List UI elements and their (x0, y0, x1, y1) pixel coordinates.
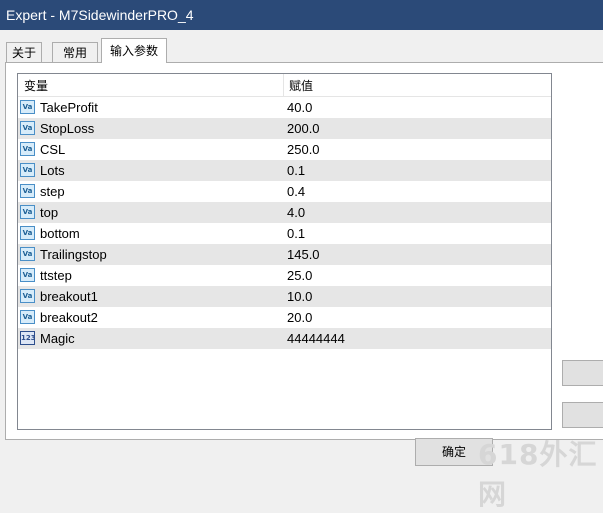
parameter-name: breakout1 (40, 289, 98, 304)
parameter-name: ttstep (40, 268, 72, 283)
watermark-logo: 618外汇网 (478, 438, 598, 511)
parameter-name: breakout2 (40, 310, 98, 325)
variable-type-icon: Va (20, 163, 35, 177)
tab-inputs[interactable]: 输入参数 (101, 38, 167, 63)
integer-type-icon: 123 (20, 331, 36, 345)
parameter-value[interactable]: 4.0 (287, 202, 305, 223)
parameter-value[interactable]: 0.1 (287, 160, 305, 181)
table-row[interactable]: Va CSL 250.0 (18, 139, 551, 160)
parameter-name: bottom (40, 226, 80, 241)
parameter-value[interactable]: 0.1 (287, 223, 305, 244)
parameter-name: Lots (40, 163, 65, 178)
table-row[interactable]: Va step 0.4 (18, 181, 551, 202)
parameter-value[interactable]: 20.0 (287, 307, 312, 328)
parameter-name: top (40, 205, 59, 220)
table-row[interactable]: Va breakout2 20.0 (18, 307, 551, 328)
parameter-value[interactable]: 145.0 (287, 244, 320, 265)
table-row[interactable]: Va breakout1 10.0 (18, 286, 551, 307)
table-row[interactable]: Va Trailingstop 145.0 (18, 244, 551, 265)
parameter-name: Trailingstop (40, 247, 107, 262)
parameter-name: CSL (40, 142, 66, 157)
parameter-name: Magic (40, 331, 75, 346)
load-button[interactable] (562, 360, 603, 386)
table-row[interactable]: Va TakeProfit 40.0 (18, 97, 551, 118)
column-header-variable[interactable]: 变量 (18, 74, 284, 96)
parameter-name: StopLoss (40, 121, 95, 136)
parameter-value[interactable]: 10.0 (287, 286, 312, 307)
parameter-name: TakeProfit (40, 100, 98, 115)
parameters-table[interactable]: 变量 赋值 Va TakeProfit 40.0 Va StopLoss 200.0 Va C… (17, 73, 552, 430)
tab-about[interactable]: 关于 (6, 42, 42, 62)
parameter-value[interactable]: 40.0 (287, 97, 312, 118)
parameter-value[interactable]: 200.0 (287, 118, 320, 139)
parameter-value[interactable]: 250.0 (287, 139, 320, 160)
variable-type-icon: Va (20, 226, 35, 240)
variable-type-icon: Va (20, 247, 35, 261)
variable-type-icon: Va (20, 142, 35, 156)
table-row[interactable]: Va top 4.0 (18, 202, 551, 223)
variable-type-icon: Va (20, 184, 35, 198)
parameter-name: step (40, 184, 65, 199)
variable-type-icon: Va (20, 310, 35, 324)
table-row[interactable]: Va StopLoss 200.0 (18, 118, 551, 139)
parameter-value[interactable]: 0.4 (287, 181, 305, 202)
tab-bar: 关于 常用 输入参数 (0, 38, 603, 63)
table-row[interactable]: Va ttstep 25.0 (18, 265, 551, 286)
variable-type-icon: Va (20, 121, 35, 135)
parameter-value[interactable]: 25.0 (287, 265, 312, 286)
save-button[interactable] (562, 402, 603, 428)
window-title: Expert - M7SidewinderPRO_4 (0, 0, 603, 30)
variable-type-icon: Va (20, 100, 35, 114)
table-row[interactable]: Va Lots 0.1 (18, 160, 551, 181)
variable-type-icon: Va (20, 289, 35, 303)
table-row[interactable]: Va bottom 0.1 (18, 223, 551, 244)
tab-common[interactable]: 常用 (52, 42, 98, 62)
table-header: 变量 赋值 (18, 74, 551, 97)
table-row[interactable]: 123 Magic 44444444 (18, 328, 551, 349)
parameter-value[interactable]: 44444444 (287, 328, 345, 349)
variable-type-icon: Va (20, 268, 35, 282)
column-header-value[interactable]: 赋值 (284, 74, 551, 96)
variable-type-icon: Va (20, 205, 35, 219)
